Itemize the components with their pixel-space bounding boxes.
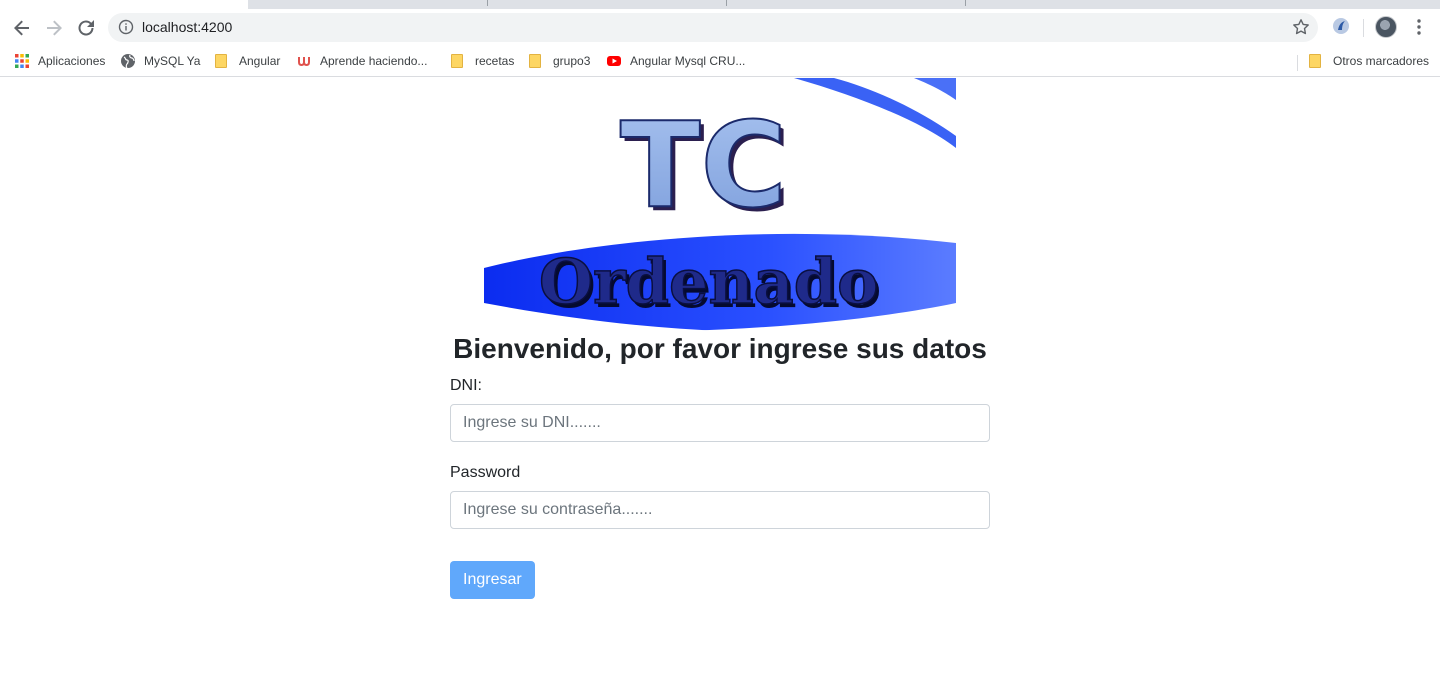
page-title: Bienvenido, por favor ingrese sus datos — [453, 333, 987, 364]
password-group: Password — [450, 462, 990, 529]
bookmark-label: Angular Mysql CRU... — [630, 54, 746, 68]
youtube-icon — [607, 56, 621, 66]
bookmark-label: grupo3 — [553, 54, 591, 68]
page-content: TC TC Ordenado Ordenado Bienvenido, por … — [0, 78, 1440, 683]
reload-button[interactable] — [72, 14, 100, 42]
tab-strip — [0, 0, 1440, 9]
folder-icon — [451, 54, 463, 68]
logo-ordenado-text: Ordenado Ordenado — [538, 244, 881, 322]
tc-ordenado-logo: TC TC Ordenado Ordenado — [484, 78, 956, 331]
forward-button[interactable] — [40, 14, 68, 42]
folder-icon — [529, 54, 541, 68]
tab-separator — [965, 0, 966, 6]
toolbar-divider — [1363, 19, 1364, 37]
dni-input[interactable] — [450, 404, 990, 442]
avatar[interactable] — [1375, 16, 1397, 38]
bookmark-apps[interactable]: Aplicaciones — [14, 51, 105, 71]
folder-icon — [215, 54, 227, 68]
submit-button[interactable]: Ingresar — [450, 561, 535, 599]
kebab-menu-icon[interactable] — [1410, 17, 1428, 37]
bookmark-label: MySQL Ya — [144, 54, 201, 68]
login-form: DNI: Password Ingresar — [450, 375, 990, 599]
bookmark-recetas[interactable]: recetas — [451, 51, 514, 71]
tab-separator — [726, 0, 727, 6]
bookmark-label: Aprende haciendo... — [320, 54, 428, 68]
bookmark-angular-mysql-crud[interactable]: Angular Mysql CRU... — [606, 51, 745, 71]
folder-icon — [1309, 54, 1321, 68]
svg-text:TC: TC — [620, 96, 787, 234]
browser-toolbar: localhost:4200 — [0, 9, 1440, 46]
bookmark-label: Otros marcadores — [1333, 54, 1430, 68]
url-text[interactable]: localhost:4200 — [142, 19, 232, 35]
arrow-left-icon — [14, 20, 29, 36]
tab-separator — [487, 0, 488, 6]
background-tabs[interactable] — [248, 0, 1440, 9]
globe-icon — [121, 54, 135, 69]
bookmark-label: recetas — [475, 54, 515, 68]
password-label: Password — [450, 464, 521, 481]
apps-grid-icon — [15, 54, 29, 68]
bookmark-label: Angular — [239, 54, 281, 68]
info-icon[interactable] — [118, 19, 134, 35]
extension-icon[interactable] — [1332, 17, 1350, 35]
bookmark-angular[interactable]: Angular — [215, 51, 280, 71]
bookmarks-bar: Aplicaciones MySQL Ya Angular Aprende ha… — [0, 46, 1440, 77]
dni-label: DNI: — [450, 377, 482, 394]
back-button[interactable] — [8, 14, 36, 42]
bookmark-label: Aplicaciones — [38, 54, 106, 68]
bookmark-aprende-haciendo[interactable]: Aprende haciendo... — [296, 51, 427, 71]
svg-text:Ordenado: Ordenado — [539, 245, 878, 318]
password-input[interactable] — [450, 491, 990, 529]
logo-tc-text: TC TC — [619, 95, 791, 238]
arrow-right-icon — [47, 20, 62, 36]
bookmark-mysql-ya[interactable]: MySQL Ya — [120, 51, 200, 71]
bookmarks-divider — [1297, 55, 1298, 71]
reload-icon — [78, 20, 94, 36]
bookmark-other-bookmarks[interactable]: Otros marcadores — [1309, 51, 1429, 71]
address-bar[interactable]: localhost:4200 — [108, 13, 1318, 42]
star-icon[interactable] — [1292, 18, 1310, 36]
bookmark-grupo3[interactable]: grupo3 — [529, 51, 590, 71]
udemy-icon — [298, 57, 310, 67]
